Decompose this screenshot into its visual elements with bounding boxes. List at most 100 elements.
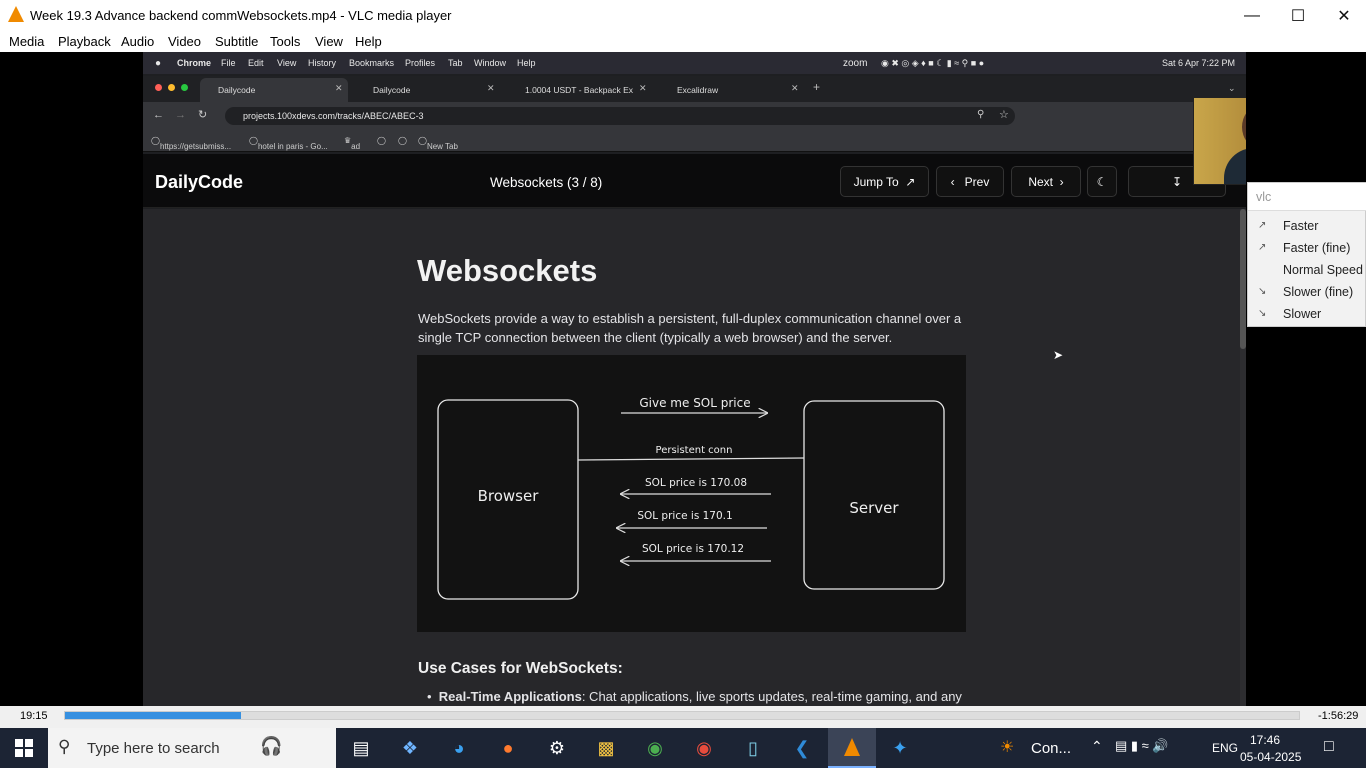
mac-menu-item: Edit (248, 58, 264, 68)
notes-app-icon[interactable]: ▯ (740, 736, 766, 760)
tab-close-icon[interactable]: ✕ (791, 83, 799, 94)
zoom-lens-icon[interactable]: ⚲ (977, 109, 984, 120)
weather-icon[interactable]: ☀ (1000, 737, 1014, 757)
settings-gear-icon[interactable]: ⚙ (544, 736, 570, 760)
tray-chevron-icon[interactable]: ⌃ (1091, 738, 1103, 755)
vlc-menu-bar: Media Playback Audio Video Subtitle Tool… (0, 31, 1366, 52)
response-label: SOL price is 170.12 (642, 543, 744, 555)
reload-icon[interactable]: ↻ (198, 108, 207, 121)
url-input[interactable]: projects.100xdevs.com/tracks/ABEC/ABEC-3 (225, 107, 1015, 125)
chrome-tab[interactable]: 1.0004 USDT - Backpack Ex... (507, 78, 633, 102)
site-header: DailyCode Websockets (3 / 8) Jump To ↗ ‹… (143, 154, 1246, 208)
vlc-speed-popup: vlc ↗ Faster ↗ Faster (fine) Normal Spee… (1247, 182, 1366, 327)
vlc-cone-icon (8, 6, 24, 22)
new-tab-icon[interactable]: + (813, 80, 820, 94)
windows-taskbar: ⚲ Type here to search 🎧 ▤ ❖ ◕ ● ⚙ ▩ ◉ ◉ … (0, 728, 1366, 768)
seek-slider[interactable] (64, 711, 1300, 720)
tab-search-icon[interactable]: ⌄ (1228, 83, 1236, 94)
prev-button[interactable]: ‹ Prev (936, 166, 1004, 197)
mac-close-dot[interactable] (155, 84, 162, 91)
page-scrollbar[interactable] (1240, 209, 1246, 706)
file-explorer-icon[interactable]: ▩ (593, 736, 619, 760)
theme-toggle-button[interactable]: ☾ (1087, 166, 1117, 197)
input-language[interactable]: ENG (1212, 741, 1238, 755)
remaining-time: -1:56:29 (1318, 710, 1359, 722)
article-content: Websockets WebSockets provide a way to e… (143, 209, 1240, 706)
menu-help[interactable]: Help (355, 34, 382, 49)
chrome-tab[interactable]: Excalidraw (659, 78, 779, 102)
minimize-button[interactable]: — (1229, 0, 1275, 31)
taskbar-search[interactable]: ⚲ Type here to search 🎧 (48, 728, 336, 768)
menu-tools[interactable]: Tools (270, 34, 300, 49)
pen-app-icon[interactable]: ● (495, 736, 521, 760)
tray-icons[interactable]: ▤ ▮ ≈ 🔊 (1115, 738, 1169, 754)
search-placeholder: Type here to search (87, 740, 220, 757)
server-label: Server (849, 499, 899, 517)
video-area[interactable]: ● Chrome File Edit View History Bookmark… (0, 52, 1366, 706)
mouse-cursor-icon: ➤ (1053, 348, 1064, 362)
mac-minimize-dot[interactable] (168, 84, 175, 91)
edge-icon[interactable]: ◕ (446, 736, 472, 760)
forward-icon[interactable]: → (175, 109, 186, 121)
chrome-profile-icon[interactable]: ◉ (691, 736, 717, 760)
slower-fine-item[interactable]: Slower (fine) (1283, 285, 1353, 299)
network-app-icon[interactable]: ✦ (887, 736, 913, 760)
course-title: Websockets (3 / 8) (490, 175, 603, 190)
normal-speed-item[interactable]: Normal Speed (1283, 263, 1363, 277)
bookmark-star-icon[interactable]: ☆ (999, 108, 1009, 121)
response-label: SOL price is 170.1 (637, 510, 732, 522)
vlc-taskbar-item[interactable] (828, 728, 876, 768)
vscode-icon[interactable]: ❮ (789, 736, 815, 760)
globe-icon[interactable]: ◯ (398, 136, 407, 145)
weather-text[interactable]: Con... (1031, 740, 1071, 757)
chrome-tab-active[interactable]: Dailycode (200, 78, 348, 102)
copilot-icon[interactable]: ❖ (397, 736, 423, 760)
menu-audio[interactable]: Audio (121, 34, 154, 49)
close-button[interactable]: ✕ (1321, 0, 1366, 31)
chrome-tab[interactable]: Dailycode (355, 78, 495, 102)
conn-label: Persistent conn (656, 445, 733, 456)
menu-playback[interactable]: Playback (58, 34, 111, 49)
windows-logo-icon (15, 739, 33, 757)
chevron-left-icon: ‹ (950, 174, 955, 189)
faster-fine-item[interactable]: Faster (fine) (1283, 241, 1350, 255)
response-label: SOL price is 170.08 (645, 477, 747, 489)
bookmark-item[interactable]: ◯ https://getsubmiss... (151, 136, 231, 151)
jump-to-button[interactable]: Jump To ↗ (840, 166, 929, 197)
diagram-svg: Browser Server Give me SOL price Persist… (437, 396, 945, 600)
scrollbar-thumb[interactable] (1240, 209, 1246, 349)
task-view-icon[interactable]: ▤ (348, 736, 374, 760)
persistent-conn-line (577, 457, 805, 461)
lead-paragraph: WebSockets provide a way to establish a … (418, 311, 962, 345)
menu-media[interactable]: Media (9, 34, 44, 49)
bullet-item: • Real-Time Applications: Chat applicati… (427, 689, 962, 704)
globe-icon[interactable]: ◯ (377, 136, 386, 145)
maximize-button[interactable]: ☐ (1275, 0, 1321, 31)
popup-search-input[interactable]: vlc (1248, 183, 1366, 211)
site-logo[interactable]: DailyCode (155, 172, 243, 193)
chrome-icon[interactable]: ◉ (642, 736, 668, 760)
back-icon[interactable]: ← (153, 109, 164, 121)
vlc-title-bar: Week 19.3 Advance backend commWebsockets… (0, 0, 1366, 31)
tab-close-icon[interactable]: ✕ (487, 83, 495, 94)
tab-close-icon[interactable]: ✕ (335, 83, 343, 94)
tab-close-icon[interactable]: ✕ (639, 83, 647, 94)
mac-zoom-dot[interactable] (181, 84, 188, 91)
status-icons: ◉ ✖ ◎ ◈ ♦ ■ ☾ ▮ ≈ ⚲ ■ ● (881, 58, 985, 68)
bookmark-item[interactable]: ◯ hotel in paris - Go... (249, 136, 328, 151)
notifications-icon[interactable]: □ (1324, 738, 1334, 756)
bookmark-item[interactable]: ◯ New Tab (418, 136, 458, 151)
menu-subtitle[interactable]: Subtitle (215, 34, 258, 49)
menu-video[interactable]: Video (168, 34, 201, 49)
seek-bar-row: 19:15 -1:56:29 (0, 706, 1366, 728)
faster-item[interactable]: Faster (1283, 219, 1318, 233)
clock-date[interactable]: 05-04-2025 (1240, 750, 1301, 764)
menu-view[interactable]: View (315, 34, 343, 49)
bookmark-item[interactable]: ♛ ad (344, 136, 360, 151)
next-button[interactable]: Next › (1011, 166, 1081, 197)
mac-clock: Sat 6 Apr 7:22 PM (1162, 58, 1236, 68)
clock-time[interactable]: 17:46 (1250, 733, 1280, 747)
windows-start-icon[interactable] (11, 736, 37, 760)
slower-item[interactable]: Slower (1283, 307, 1321, 321)
arrow-up-right-icon: ↗ (905, 174, 916, 189)
